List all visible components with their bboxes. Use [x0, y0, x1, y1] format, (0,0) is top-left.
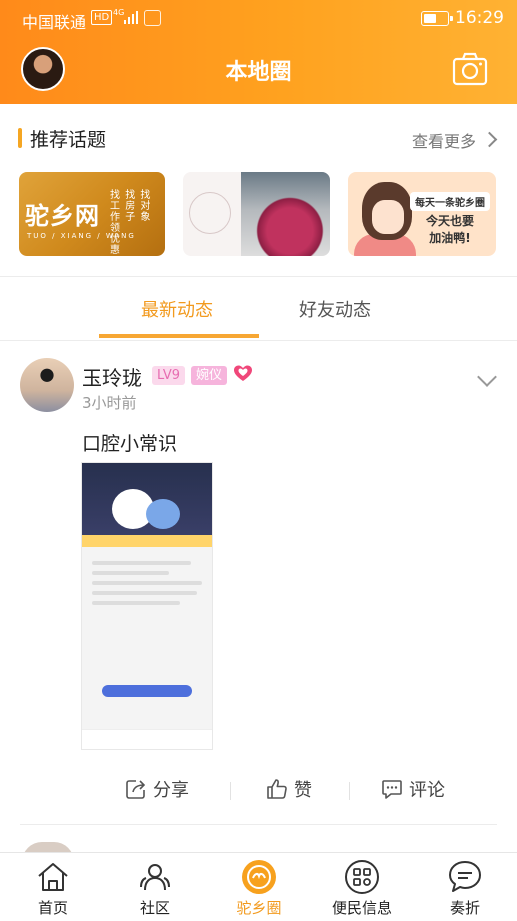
tab-friends[interactable]: 好友动态 — [299, 296, 371, 322]
comment-icon — [382, 780, 402, 799]
topic-card-col: 找房子 — [125, 190, 136, 223]
image-nav-graphic — [82, 729, 212, 749]
post-author-avatar[interactable] — [20, 358, 74, 412]
recommended-topics-header: 推荐话题 查看更多 — [0, 118, 517, 158]
section-title: 推荐话题 — [30, 129, 107, 151]
caption-line-3: 加油鸭! — [429, 231, 471, 245]
feed-tabs: 最新动态 好友动态 — [0, 290, 517, 340]
level-badge: LV9 — [152, 366, 185, 385]
grid-icon — [345, 860, 379, 894]
cartoon-girl — [362, 182, 412, 240]
bottom-nav: 首页 社区 驼乡圈 便民信息 奏折 — [0, 852, 517, 921]
image-button-graphic — [102, 685, 192, 697]
chevron-right-icon — [481, 131, 498, 148]
image-line — [92, 561, 191, 565]
image-bird-graphic — [146, 499, 180, 529]
title-badge: 婉仪 — [191, 366, 228, 385]
topic-card-daily[interactable]: 每天一条驼乡圈 今天也要 加油鸭! — [348, 172, 496, 256]
post-image[interactable] — [81, 462, 213, 750]
topic-card-columns: 找工作 找房子 找对象 领优惠 — [110, 190, 165, 256]
tabs-divider — [0, 340, 517, 341]
clock: 16:29 — [455, 8, 504, 28]
comment-label: 评论 — [409, 780, 445, 801]
action-separator — [349, 782, 350, 800]
topic-card-subtitle: TUO / XIANG / WANG — [27, 232, 136, 240]
signal-icon — [124, 11, 138, 24]
share-icon — [126, 780, 146, 799]
image-line — [92, 571, 169, 575]
tab-latest[interactable]: 最新动态 — [141, 296, 213, 322]
nav-report-label: 奏折 — [449, 899, 480, 917]
carrier-label: 中国联通 — [22, 13, 87, 32]
like-button[interactable]: 赞 — [266, 776, 312, 802]
decorative-circle — [189, 192, 231, 234]
post-author-name[interactable]: 玉玲珑 — [82, 362, 142, 391]
post-divider — [20, 824, 497, 825]
caption-line-1: 每天一条驼乡圈 — [410, 192, 490, 211]
section-accent-bar — [18, 128, 22, 148]
image-line — [92, 601, 180, 605]
chat-icon — [449, 861, 481, 892]
nav-camel-label: 驼乡圈 — [236, 899, 282, 917]
share-label: 分享 — [153, 780, 189, 801]
action-separator — [230, 782, 231, 800]
header-bar: 中国联通 HD 4G 16:29 本地圈 — [0, 0, 517, 104]
nav-services-label: 便民信息 — [331, 899, 392, 917]
topic-card-drink[interactable] — [183, 172, 330, 256]
image-yellow-bar — [82, 535, 212, 547]
image-text-lines — [92, 555, 202, 611]
topic-card-col: 找工作 — [110, 190, 120, 223]
community-icon — [140, 864, 170, 891]
camera-icon[interactable] — [452, 51, 488, 87]
caption-line-2: 今天也要 — [425, 214, 474, 228]
section-divider — [0, 276, 517, 277]
notification-app-icon — [144, 10, 161, 26]
home-icon — [38, 863, 68, 891]
image-line — [92, 581, 202, 585]
share-button[interactable]: 分享 — [125, 776, 189, 802]
drink-photo — [241, 172, 330, 256]
topic-card-caption: 每天一条驼乡圈 今天也要 加油鸭! — [410, 192, 490, 245]
see-more-link[interactable]: 查看更多 — [411, 128, 498, 152]
like-label: 赞 — [294, 780, 312, 801]
nav-home-label: 首页 — [37, 899, 68, 917]
chevron-down-icon[interactable] — [477, 367, 497, 387]
topic-carousel: 驼乡网 找工作 找房子 找对象 领优惠 TUO / XIANG / WANG 每… — [0, 172, 517, 256]
topic-card-tuoxiangwang[interactable]: 驼乡网 找工作 找房子 找对象 领优惠 TUO / XIANG / WANG — [19, 172, 165, 256]
hd-badge: HD — [91, 10, 113, 25]
heart-badge-icon — [234, 365, 252, 381]
post-time: 3小时前 — [82, 394, 137, 412]
page-title: 本地圈 — [225, 60, 292, 85]
camel-circle-icon — [242, 860, 276, 894]
feed-post: 玉玲珑 LV9 婉仪 3小时前 口腔小常识 分享 赞 评论 — [0, 342, 517, 822]
topic-card-title: 驼乡网 — [25, 202, 100, 230]
see-more-label: 查看更多 — [411, 132, 476, 151]
topic-card-col: 找对象 — [140, 190, 151, 223]
battery-icon — [421, 11, 453, 26]
nav-community-label: 社区 — [139, 899, 170, 917]
image-line — [92, 591, 197, 595]
post-text: 口腔小常识 — [82, 433, 178, 455]
status-bar: 中国联通 HD 4G 16:29 — [0, 0, 517, 36]
thumbs-up-icon — [267, 779, 287, 799]
comment-button[interactable]: 评论 — [381, 776, 445, 802]
post-actions: 分享 赞 评论 — [0, 772, 517, 808]
network-label: 4G — [113, 8, 125, 17]
active-tab-indicator — [99, 334, 259, 338]
